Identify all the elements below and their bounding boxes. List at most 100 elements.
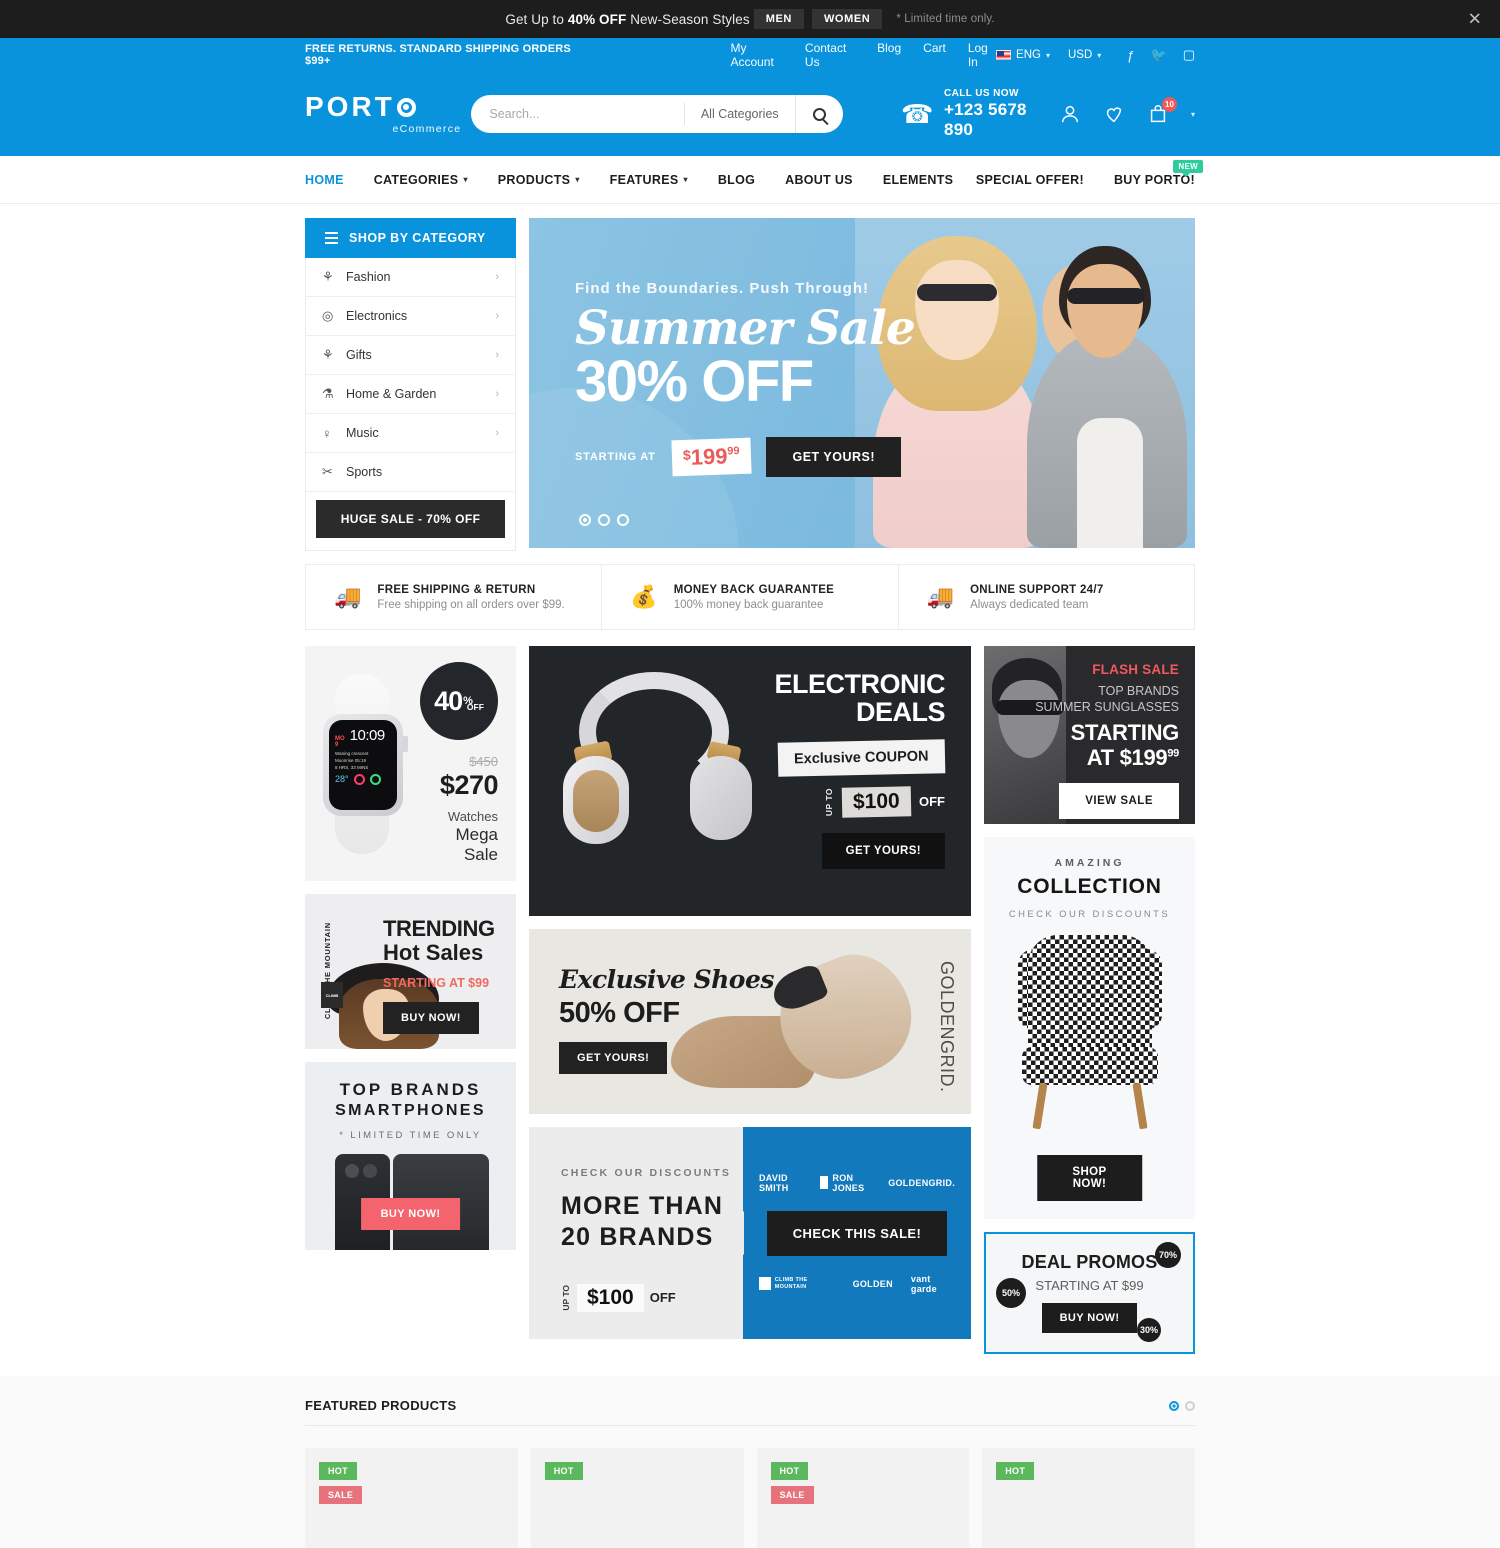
hero-banner[interactable]: Find the Boundaries. Push Through! Summe… xyxy=(529,218,1195,548)
site-logo[interactable]: PORT eCommerce xyxy=(305,91,463,136)
music-icon: ♀ xyxy=(322,425,332,441)
sidebar-item-sports[interactable]: ✂ Sports xyxy=(306,453,515,492)
electronic-amount: $100 xyxy=(841,785,912,818)
slider-dot-1[interactable] xyxy=(579,514,591,526)
service-money-back: 💰 MONEY BACK GUARANTEE 100% money back g… xyxy=(602,565,899,629)
hero-cta-row: STARTING AT $199 99 GET YOURS! xyxy=(575,437,915,478)
flash-sale-tag: FLASH SALE xyxy=(1092,662,1179,677)
category-dropdown[interactable]: All Categories xyxy=(683,103,795,125)
promo-women-button[interactable]: WOMEN xyxy=(811,9,883,29)
service-subtitle: Free shipping on all orders over $99. xyxy=(377,598,565,611)
logo-text: PORT xyxy=(305,91,395,122)
product-card[interactable]: HOT xyxy=(530,1448,744,1548)
nav-item-products[interactable]: PRODUCTS ▾ xyxy=(498,173,580,187)
shoes-cta-button[interactable]: GET YOURS! xyxy=(559,1042,668,1074)
hero-cta-button[interactable]: GET YOURS! xyxy=(766,437,902,478)
hero-price-tag: $199 99 xyxy=(671,437,752,477)
call-us-label: CALL US NOW xyxy=(944,88,1019,99)
search-icon xyxy=(812,107,826,121)
hero-row: SHOP BY CATEGORY ⚘ Fashion › ◎ Electroni… xyxy=(305,218,1195,551)
electronic-text-block: ELECTRONIC DEALS Exclusive COUPON UP TO … xyxy=(775,670,946,869)
cart-icon[interactable]: 10 xyxy=(1147,97,1177,125)
search-bar: All Categories xyxy=(471,95,843,133)
sidebar-title: SHOP BY CATEGORY xyxy=(349,231,486,245)
sidebar-item-fashion[interactable]: ⚘ Fashion › xyxy=(306,258,515,297)
product-card[interactable]: HOT SALE xyxy=(305,1448,518,1548)
banner-flash-sale[interactable]: FLASH SALE TOP BRANDS SUMMER SUNGLASSES … xyxy=(984,646,1195,824)
nav-item-special-offer[interactable]: SPECIAL OFFER! xyxy=(976,173,1084,187)
nav-item-home[interactable]: HOME xyxy=(305,173,344,187)
check-this-sale-button[interactable]: CHECK THIS SALE! xyxy=(767,1210,947,1256)
off-label: OFF xyxy=(919,794,945,810)
search-input[interactable] xyxy=(471,107,684,121)
smartphones-buy-button[interactable]: BUY NOW! xyxy=(360,1198,461,1230)
banner-trending-hot-sales[interactable]: CLIMB THE MOUNTAIN CLIMB TRENDING Hot Sa… xyxy=(305,894,516,1049)
electronic-title-2: DEALS xyxy=(855,697,946,728)
new-price: $270 xyxy=(439,770,499,800)
nav-item-elements[interactable]: ELEMENTS xyxy=(883,173,953,187)
slider-dot-2[interactable] xyxy=(598,514,610,526)
link-contact-us[interactable]: Contact Us xyxy=(805,41,855,69)
banner-electronic-deals[interactable]: ELECTRONIC DEALS Exclusive COUPON UP TO … xyxy=(529,646,971,916)
chevron-down-icon[interactable]: ▾ xyxy=(1191,110,1195,119)
service-title: MONEY BACK GUARANTEE xyxy=(673,583,835,596)
electronics-icon: ◎ xyxy=(322,308,334,323)
nav-item-features[interactable]: FEATURES ▾ xyxy=(610,173,688,187)
call-us-number: +123 5678 890 xyxy=(944,100,1027,139)
close-icon[interactable]: ✕ xyxy=(1468,11,1482,28)
up-to-label: UP TO xyxy=(561,1284,571,1311)
slider-dot-3[interactable] xyxy=(617,514,629,526)
instagram-icon[interactable]: ▢ xyxy=(1183,47,1195,63)
nav-item-blog[interactable]: BLOG xyxy=(718,173,755,187)
banner-more-than-20-brands[interactable]: CHECK OUR DISCOUNTS MORE THAN 20 BRANDS U… xyxy=(529,1127,971,1339)
nav-item-about-us[interactable]: ABOUT US xyxy=(785,173,853,187)
sidebar-list: ⚘ Fashion › ◎ Electronics › ⚘ Gifts › ⚗ … xyxy=(305,258,516,551)
sidebar-item-music[interactable]: ♀ Music › xyxy=(306,414,515,453)
sidebar-item-electronics[interactable]: ◎ Electronics › xyxy=(306,297,515,336)
banner-top-brands-smartphones[interactable]: TOP BRANDS SMARTPHONES * LIMITED TIME ON… xyxy=(305,1062,516,1250)
view-sale-button[interactable]: VIEW SALE xyxy=(1059,782,1179,819)
featured-dot-2[interactable] xyxy=(1185,1400,1195,1411)
facebook-icon[interactable]: ƒ xyxy=(1127,48,1134,63)
banner-exclusive-shoes[interactable]: Exclusive Shoes 50% OFF GET YOURS! GOLDE… xyxy=(529,929,971,1114)
banner-deal-promos[interactable]: 70% 50% 30% DEAL PROMOS STARTING AT $99 … xyxy=(984,1232,1195,1354)
sale-badge: SALE xyxy=(319,1486,363,1504)
flag-icon xyxy=(996,50,1012,60)
search-button[interactable] xyxy=(794,95,843,133)
product-card[interactable]: HOT xyxy=(982,1448,1195,1548)
shop-now-button[interactable]: SHOP NOW! xyxy=(1036,1155,1143,1201)
account-icon[interactable] xyxy=(1059,103,1081,125)
logo-climb-the-mountain: CLIMB THE MOUNTAIN xyxy=(759,1277,835,1290)
currency-selector[interactable]: USD ▾ xyxy=(1068,49,1101,61)
banner-amazing-collection[interactable]: AMAZING COLLECTION CHECK OUR DISCOUNTS S… xyxy=(984,837,1195,1219)
trending-buy-button[interactable]: BUY NOW! xyxy=(383,1002,479,1034)
more-brands-text-block: CHECK OUR DISCOUNTS MORE THAN 20 BRANDS U… xyxy=(529,1127,744,1339)
link-my-account[interactable]: My Account xyxy=(730,41,782,69)
sidebar-item-home-garden[interactable]: ⚗ Home & Garden › xyxy=(306,375,515,414)
language-selector[interactable]: ENG ▾ xyxy=(996,49,1050,61)
electronic-cta-button[interactable]: GET YOURS! xyxy=(821,832,945,869)
sidebar-header[interactable]: SHOP BY CATEGORY xyxy=(305,218,516,258)
huge-sale-button[interactable]: HUGE SALE - 70% OFF xyxy=(316,500,505,538)
sidebar-item-label: Gifts xyxy=(346,348,372,362)
link-blog[interactable]: Blog xyxy=(877,41,901,69)
banner-watch-mega-sale[interactable]: MO 9 10:09 Waning crescent Moonrise 05:19… xyxy=(305,646,516,881)
featured-slider-dots xyxy=(1169,1400,1195,1411)
deal-promos-buy-button[interactable]: BUY NOW! xyxy=(1041,1303,1138,1333)
wishlist-icon[interactable] xyxy=(1103,103,1125,125)
twitter-icon[interactable]: 🐦 xyxy=(1151,47,1167,63)
link-cart[interactable]: Cart xyxy=(923,41,946,69)
headphone-cup-right xyxy=(690,756,752,840)
product-card[interactable]: HOT SALE xyxy=(756,1448,970,1548)
nav-item-categories[interactable]: CATEGORIES ▾ xyxy=(374,173,468,187)
promo-men-button[interactable]: MEN xyxy=(753,9,804,29)
shoes-brand-label: GOLDENGRID. xyxy=(937,961,957,1093)
promo-note: * Limited time only. xyxy=(896,13,995,25)
sidebar-item-gifts[interactable]: ⚘ Gifts › xyxy=(306,336,515,375)
link-log-in[interactable]: Log In xyxy=(968,41,996,69)
hot-badge: HOT xyxy=(319,1462,357,1480)
nav-item-buy-porto[interactable]: BUY PORTO! NEW xyxy=(1114,159,1203,187)
hero-text-block: Find the Boundaries. Push Through! Summe… xyxy=(575,280,916,478)
featured-dot-1[interactable] xyxy=(1169,1400,1179,1411)
logo-goldengrid: GOLDENGRID. xyxy=(888,1177,955,1188)
